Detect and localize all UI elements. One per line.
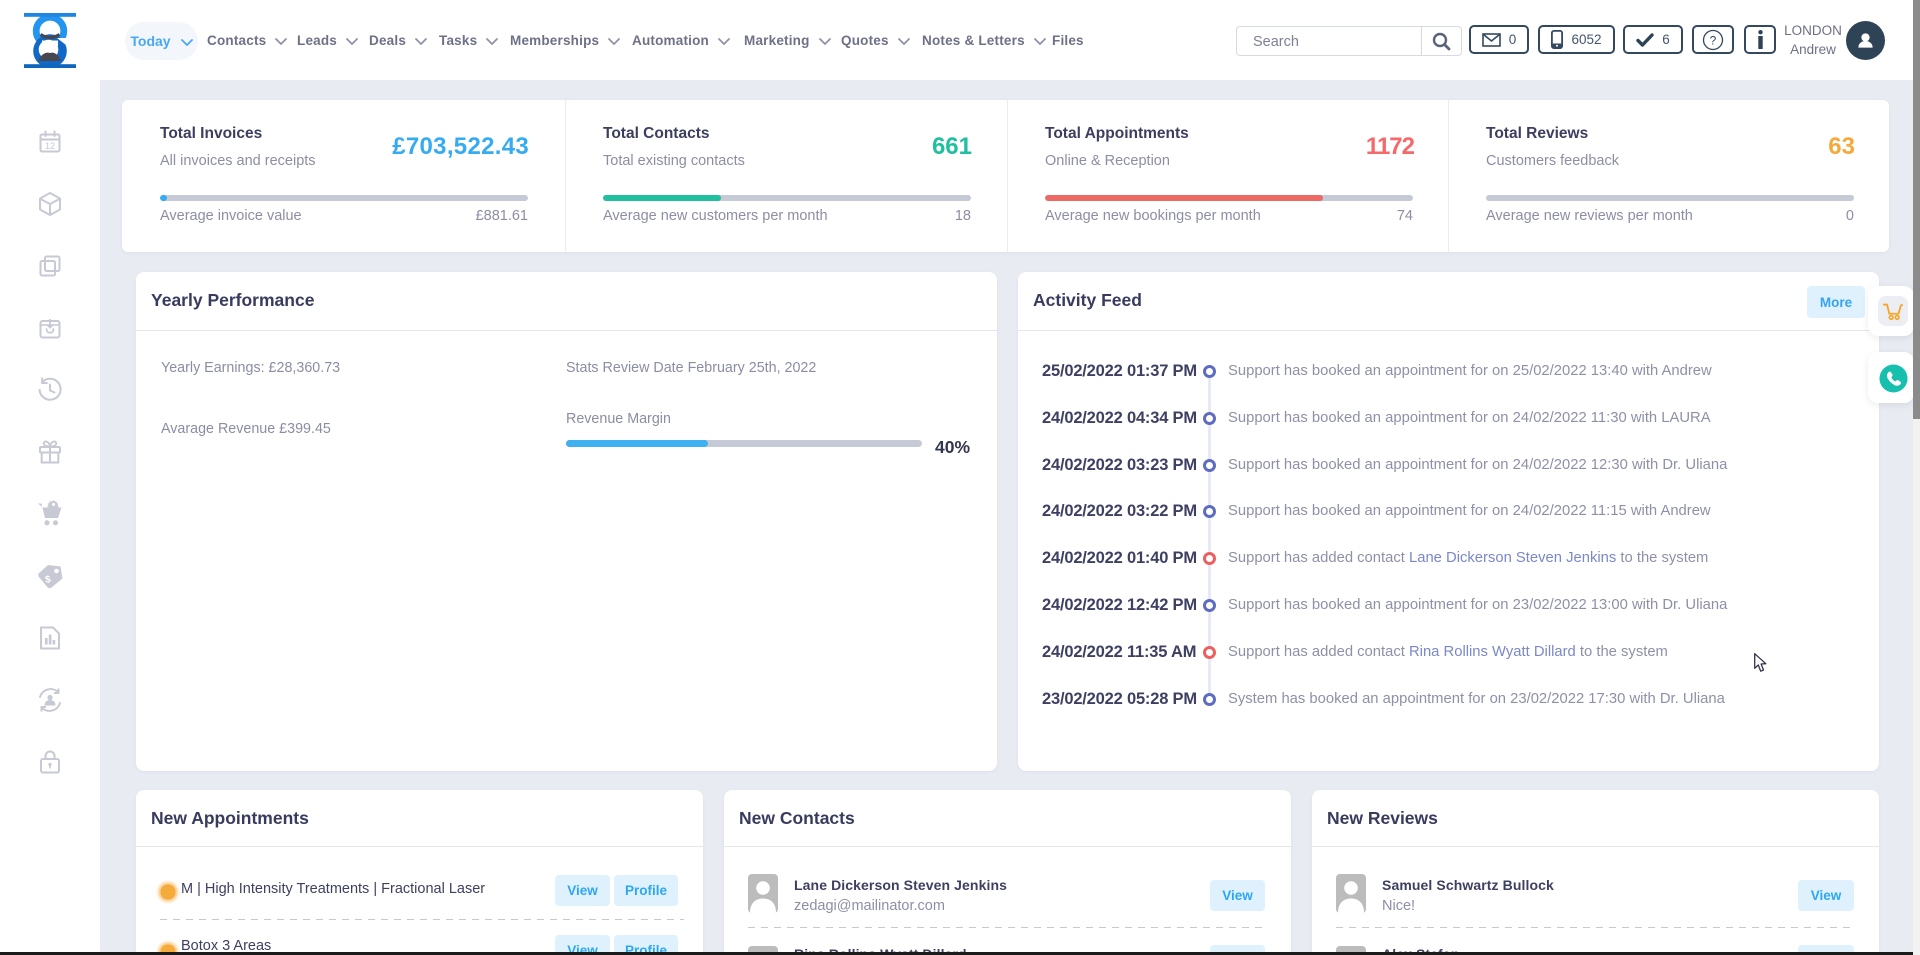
svg-text:?: ?	[1710, 33, 1717, 47]
svg-text:12: 12	[45, 141, 55, 151]
